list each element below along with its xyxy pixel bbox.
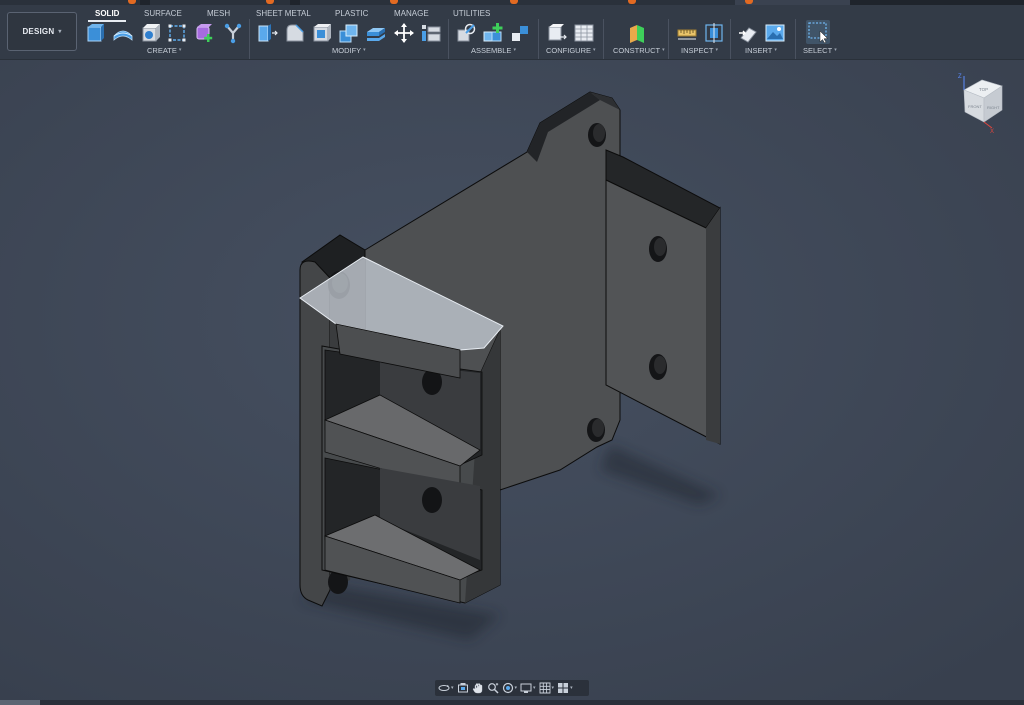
new-component-icon[interactable] bbox=[85, 22, 107, 44]
shell-icon[interactable] bbox=[311, 22, 333, 44]
group-create[interactable]: CREATE ▾ bbox=[147, 46, 181, 55]
group-modify[interactable]: MODIFY ▾ bbox=[332, 46, 366, 55]
group-assemble[interactable]: ASSEMBLE ▾ bbox=[471, 46, 516, 55]
navigation-bar: ▾ ▾ ▾ ▾ ▾ bbox=[435, 680, 589, 696]
grid-icon[interactable]: ▾ bbox=[539, 681, 554, 695]
toolbar-divider bbox=[730, 19, 731, 59]
sketch-icon[interactable] bbox=[166, 22, 188, 44]
document-tab-badge bbox=[510, 0, 518, 4]
canvas-image-icon[interactable] bbox=[764, 22, 786, 44]
toolbar-divider bbox=[795, 19, 796, 59]
viewcube-right-label: RIGHT bbox=[987, 105, 1000, 110]
measure-icon[interactable] bbox=[676, 22, 698, 44]
chevron-down-icon: ▾ bbox=[513, 47, 516, 53]
viewports-icon[interactable]: ▾ bbox=[557, 681, 573, 695]
group-inspect[interactable]: INSPECT ▾ bbox=[681, 46, 718, 55]
group-configure[interactable]: CONFIGURE ▾ bbox=[546, 46, 596, 55]
document-tab-badge bbox=[266, 0, 274, 4]
viewcube-top-label: TOP bbox=[979, 87, 988, 92]
tab-surface[interactable]: SURFACE bbox=[144, 9, 182, 18]
combine-icon[interactable] bbox=[338, 22, 360, 44]
tab-solid[interactable]: SOLID bbox=[95, 9, 119, 18]
chevron-down-icon: ▾ bbox=[834, 47, 837, 53]
section-icon[interactable] bbox=[703, 22, 725, 44]
group-modify-label: MODIFY bbox=[332, 46, 362, 55]
toolbar-divider bbox=[448, 19, 449, 59]
pan-icon[interactable] bbox=[472, 681, 484, 695]
group-select[interactable]: SELECT ▾ bbox=[803, 46, 837, 55]
tab-utilities[interactable]: UTILITIES bbox=[453, 9, 490, 18]
window-select-icon[interactable] bbox=[806, 20, 830, 44]
document-tab-badge bbox=[628, 0, 636, 4]
as-built-joint-icon[interactable] bbox=[509, 22, 531, 44]
toolbar-divider bbox=[538, 19, 539, 59]
x-axis-label: X bbox=[990, 129, 994, 134]
view-cube[interactable]: TOP FRONT RIGHT Z X bbox=[952, 72, 1012, 135]
new-component-assemble-icon[interactable] bbox=[482, 22, 504, 44]
chevron-down-icon: ▾ bbox=[363, 47, 366, 53]
table-icon[interactable] bbox=[573, 22, 595, 44]
joint-icon[interactable] bbox=[455, 22, 477, 44]
move-icon[interactable] bbox=[393, 22, 415, 44]
toolbar-divider bbox=[668, 19, 669, 59]
offset-face-icon[interactable] bbox=[365, 22, 387, 44]
toolbar-divider bbox=[603, 19, 604, 59]
fit-icon[interactable]: ▾ bbox=[502, 681, 517, 695]
revolve-icon[interactable] bbox=[140, 22, 162, 44]
group-insert-label: INSERT bbox=[745, 46, 773, 55]
chevron-down-icon: ▾ bbox=[178, 47, 182, 53]
workspace-label: DESIGN bbox=[22, 27, 55, 36]
fillet-icon[interactable] bbox=[284, 22, 306, 44]
configure-icon[interactable] bbox=[546, 22, 568, 44]
press-pull-icon[interactable] bbox=[256, 22, 278, 44]
align-icon[interactable] bbox=[420, 22, 442, 44]
insert-mesh-icon[interactable] bbox=[737, 22, 759, 44]
tab-manage[interactable]: MANAGE bbox=[394, 9, 429, 18]
document-tab-badge bbox=[390, 0, 398, 4]
group-insert[interactable]: INSERT ▾ bbox=[745, 46, 777, 55]
zoom-icon[interactable] bbox=[487, 681, 499, 695]
form-icon[interactable] bbox=[194, 22, 216, 44]
chevron-down-icon: ▾ bbox=[593, 47, 596, 53]
timeline-handle[interactable] bbox=[0, 700, 40, 705]
chevron-down-icon: ▾ bbox=[774, 47, 777, 53]
z-axis-label: Z bbox=[958, 74, 962, 80]
plane-icon[interactable] bbox=[626, 22, 648, 44]
tab-plastic[interactable]: PLASTIC bbox=[335, 9, 368, 18]
group-inspect-label: INSPECT bbox=[681, 46, 714, 55]
timeline-bar bbox=[0, 700, 1024, 705]
tab-sheet-metal[interactable]: SHEET METAL bbox=[256, 9, 311, 18]
chevron-down-icon: ▾ bbox=[715, 47, 719, 53]
group-construct-label: CONSTRUCT bbox=[613, 46, 661, 55]
group-create-label: CREATE bbox=[147, 46, 177, 55]
viewcube-front-label: FRONT bbox=[968, 104, 982, 109]
display-settings-icon[interactable]: ▾ bbox=[520, 681, 536, 695]
extrude-icon[interactable] bbox=[112, 22, 134, 44]
chevron-down-icon: ▾ bbox=[662, 47, 665, 53]
group-assemble-label: ASSEMBLE bbox=[471, 46, 512, 55]
chevron-down-icon: ▾ bbox=[58, 29, 62, 35]
derive-icon[interactable] bbox=[222, 22, 244, 44]
orbit-icon[interactable]: ▾ bbox=[438, 681, 454, 695]
tab-mesh[interactable]: MESH bbox=[207, 9, 230, 18]
workspace-switcher[interactable]: DESIGN ▾ bbox=[7, 12, 77, 51]
3d-viewport[interactable] bbox=[0, 60, 1024, 705]
look-at-icon[interactable] bbox=[457, 681, 469, 695]
group-select-label: SELECT bbox=[803, 46, 833, 55]
ribbon-toolbar: DESIGN ▾ SOLID SURFACE MESH SHEET METAL … bbox=[0, 5, 1024, 60]
group-construct[interactable]: CONSTRUCT ▾ bbox=[613, 46, 665, 55]
toolbar-divider bbox=[249, 19, 250, 59]
document-tab-badge bbox=[745, 0, 753, 4]
group-configure-label: CONFIGURE bbox=[546, 46, 591, 55]
document-tab-badge bbox=[128, 0, 136, 4]
